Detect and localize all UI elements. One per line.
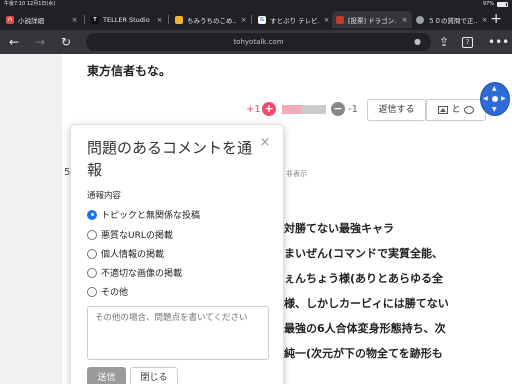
radio-button[interactable] [87,248,97,259]
more-menu-icon[interactable]: ••• [488,34,509,50]
tab-count-button[interactable]: 7 [462,37,473,48]
browser-tab[interactable]: T TELLER Studio × [87,11,167,28]
comment-body-line: 様、しかしカービィには勝てない [284,297,449,310]
radio-label: 個人情報の掲載 [101,250,165,260]
vote-ratio-bar [282,105,326,114]
tab-favicon-icon [175,15,183,24]
report-option-inappropriate-image[interactable]: 不適切な画像の掲載 [87,266,182,279]
tab-favicon-icon: T [91,15,99,24]
browser-tab[interactable]: ５０の質問で正… × [412,11,492,28]
status-time: 午後7:10 [4,1,26,7]
tab-close-icon[interactable]: × [156,16,163,24]
radio-button[interactable] [87,267,97,278]
tab-close-icon[interactable]: × [481,16,488,24]
status-date: 12月1日(水) [26,1,56,7]
browser-tab-active[interactable]: [投票] ドラゴン… × [332,11,412,28]
report-comment-dialog: 問題のあるコメントを通報 × 通報内容 トピックと無関係な投稿 悪質なURLの掲… [70,124,284,384]
forward-arrow-icon[interactable]: → [32,34,48,50]
vote-plus-button[interactable]: + [262,102,276,116]
radio-button[interactable] [87,209,97,220]
status-right: 97% [483,0,508,9]
vote-minus-button[interactable]: − [331,102,345,116]
tab-divider [168,15,169,24]
scroll-nav-button[interactable]: ▲ ▼ ◀ ▶ [481,83,509,115]
nav-up-arrow-icon: ▲ [492,85,497,92]
radio-label: トピックと無関係な投稿 [101,211,201,221]
tab-close-icon[interactable]: × [71,16,78,24]
comment-body-line: ぇんちょう様(ありとあらゆる全 [284,272,444,285]
microphone-icon[interactable]: ● [414,33,421,51]
tab-divider [251,15,252,24]
tab-close-icon[interactable]: × [401,16,408,24]
dialog-title: 問題のあるコメントを通報 [87,139,253,179]
tab-favicon-icon [416,15,424,24]
comment-body-line: 対勝てない最強キャラ [284,222,394,235]
comment-body-line: 純一(次元が下の物全てを跡形も [284,347,443,360]
report-option-offtopic[interactable]: トピックと無関係な投稿 [87,208,200,221]
tab-title: ５０の質問で正… [428,16,477,25]
battery-percent: 97% [482,1,494,7]
tab-strip: ハ 小説詳細 × T TELLER Studio × ちみうちのこめ… × G … [0,9,512,30]
radio-button[interactable] [87,286,97,297]
media-button-label: と [451,105,461,115]
image-reply-button[interactable]: と [426,99,486,121]
radio-button[interactable] [87,229,97,240]
nav-center-dot [492,96,498,102]
nav-down-arrow-icon: ▼ [492,106,497,113]
battery-icon [497,2,508,7]
web-page: 東方信者もな。 +1 + − -1 返信する と ▲ ▼ ◀ ▶ 5 非表示 対… [0,54,512,384]
nav-right-arrow-icon: ▶ [501,95,506,102]
submit-report-button[interactable]: 送信 [87,367,126,384]
share-icon[interactable]: ⇪ [436,34,452,50]
tab-close-icon[interactable]: × [323,16,330,24]
report-option-personal-info[interactable]: 個人情報の掲載 [87,247,164,260]
nav-left-arrow-icon: ◀ [483,95,488,102]
page-margin [0,54,62,384]
hide-label: 非表示 [286,170,307,178]
reload-icon[interactable]: ↻ [58,34,74,50]
tab-title: TELLER Studio [103,15,150,24]
close-dialog-button[interactable]: 閉じる [130,367,178,384]
browser-tab[interactable]: ハ 小説詳細 × [2,11,82,28]
vote-minus-count: -1 [348,104,358,115]
tab-favicon-icon: G [258,15,266,24]
report-details-textarea[interactable] [87,306,269,360]
status-bar: 午後7:10 12月1日(水) 97% [0,0,512,9]
comment-text-line: 東方信者もな。 [87,64,172,78]
report-reason-label: 通報内容 [87,191,122,201]
tab-divider [84,15,85,24]
browser-toolbar: ← → ↻ tohyotalk.com ● ⇪ 7 ••• [0,30,512,54]
tab-close-icon[interactable]: × [240,16,247,24]
radio-label: 悪質なURLの掲載 [101,231,173,241]
status-time-date: 午後7:10 12月1日(水) [4,0,55,9]
tab-title: ちみうちのこめ… [187,16,236,25]
report-option-malicious-url[interactable]: 悪質なURLの掲載 [87,228,173,241]
radio-label: 不適切な画像の掲載 [101,269,183,279]
vote-plus-count: +1 [246,104,261,115]
tab-title: 小説詳細 [18,16,44,25]
browser-tab[interactable]: ちみうちのこめ… × [171,11,251,28]
image-icon [438,106,449,114]
tab-favicon-icon: ハ [6,15,14,24]
address-url: tohyotalk.com [233,38,284,46]
tab-title: すとぷり テレビ… [270,16,319,25]
tab-favicon-icon [336,15,344,24]
speech-bubble-icon [463,106,474,114]
report-option-other[interactable]: その他 [87,285,128,298]
back-arrow-icon[interactable]: ← [6,34,22,50]
new-tab-plus-icon[interactable]: + [490,11,502,28]
dialog-close-icon[interactable]: × [259,136,271,149]
vote-ratio-fill [282,105,302,114]
tab-title: [投票] ドラゴン… [348,16,397,25]
address-bar[interactable]: tohyotalk.com ● [86,33,431,51]
reply-button[interactable]: 返信する [367,99,426,121]
radio-label: その他 [101,288,129,298]
comment-body-line: 最強の6人合体変身形態持ち、次 [284,322,446,335]
comment-body-line: まいぜん(コマンドで実質全能、 [284,247,444,260]
browser-tab[interactable]: G すとぷり テレビ… × [254,11,334,28]
